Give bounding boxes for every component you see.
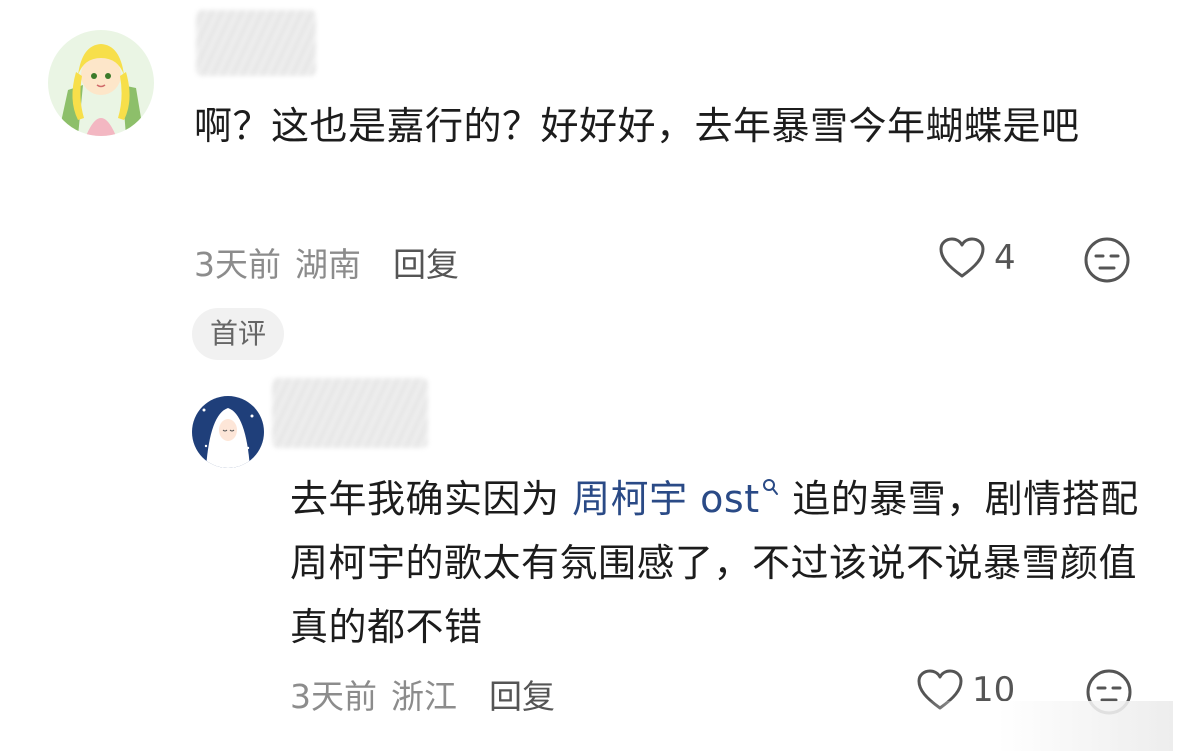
username-blurred[interactable] <box>272 378 428 448</box>
avatar[interactable] <box>48 30 154 136</box>
comment-time: 3天前 <box>290 677 377 716</box>
watermark-overlay <box>923 701 1173 751</box>
comment-location: 湖南 <box>295 245 361 284</box>
comment-location: 浙江 <box>391 677 457 716</box>
avatar-illustration <box>48 30 154 136</box>
topic-link[interactable]: 周柯宇 ost <box>572 477 780 521</box>
avatar-illustration <box>192 396 264 468</box>
neutral-face-icon <box>1084 237 1130 283</box>
reply-button[interactable]: 回复 <box>489 677 555 716</box>
first-comment-badge: 首评 <box>192 308 285 360</box>
comment-time: 3天前 <box>194 245 281 284</box>
reply-button[interactable]: 回复 <box>393 245 459 284</box>
comment-thread: 啊？这也是嘉行的？好好好，去年暴雪今年蝴蝶是吧 3天前 湖南 回复 4 首评 去… <box>0 0 1179 755</box>
comment-text-before: 去年我确实因为 <box>290 477 573 521</box>
like-button[interactable]: 4 <box>938 236 1016 280</box>
topic-link-label: 周柯宇 ost <box>572 477 760 521</box>
avatar[interactable] <box>192 396 264 468</box>
like-count: 4 <box>994 238 1016 278</box>
comment-text: 啊？这也是嘉行的？好好好，去年暴雪今年蝴蝶是吧 <box>194 104 1080 148</box>
comment-body: 去年我确实因为 周柯宇 ost 追的暴雪，剧情搭配周柯宇的歌太有氛围感了，不过该… <box>290 460 1140 659</box>
search-icon <box>762 479 780 504</box>
heart-icon <box>939 237 985 278</box>
comment-body: 啊？这也是嘉行的？好好好，去年暴雪今年蝴蝶是吧 <box>194 94 1124 158</box>
comment-meta: 3天前 浙江 回复 <box>290 670 555 718</box>
username-blurred[interactable] <box>196 10 316 76</box>
comment-meta: 3天前 湖南 回复 <box>194 238 459 286</box>
emoji-reaction-button[interactable] <box>1083 236 1131 288</box>
